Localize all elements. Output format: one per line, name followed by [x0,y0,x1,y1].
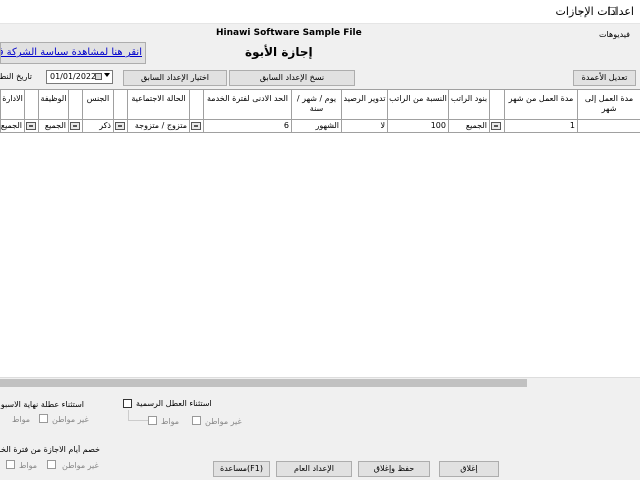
cell-gender[interactable]: ذكر [82,120,113,133]
cell-from-month[interactable]: 1 [504,120,577,133]
weekend-noncitizen-label: غير مواطن [52,415,89,424]
col-header-gender[interactable]: الجنس [82,90,113,120]
settings-grid: مدة العمل إلى شهر مدة العمل من شهر بنود … [0,89,640,377]
holidays-noncitizen-label: غير مواطن [205,417,242,426]
chevron-down-icon[interactable] [104,73,110,77]
col-header-from-month[interactable]: مدة العمل من شهر [504,90,577,120]
deduct-noncitizen-label: غير مواطن [62,461,99,470]
holidays-citizen-checkbox[interactable] [148,416,157,425]
tree-line [128,410,129,420]
dept-picker-icon[interactable] [24,120,38,133]
holidays-noncitizen-checkbox[interactable] [192,416,201,425]
cell-dept[interactable]: الجميع [0,120,24,133]
cell-marital[interactable]: متزوج / متزوجة [127,120,189,133]
cell-rollover[interactable]: لا [341,120,387,133]
general-settings-button[interactable]: الإعداد العام [276,461,352,477]
col-header-unit[interactable]: يوم / شهر / سنة [291,90,341,120]
window-title: اعدادات الإجازات [555,5,634,18]
cell-min-service[interactable]: 6 [203,120,291,133]
col-header-rollover[interactable]: تدوير الرصيد [341,90,387,120]
help-button[interactable]: (F1)مساعدة [213,461,270,477]
date-picker[interactable]: 01/01/2022 [46,70,113,84]
col-header-icon-salary [489,90,504,120]
weekend-citizen-checkbox[interactable] [39,414,48,423]
save-close-button[interactable]: حفظ وإغلاق [358,461,430,477]
col-header-icon-marital [189,90,203,120]
date-label: تاريخ النط [0,72,32,81]
deduct-checkbox-partial[interactable] [6,460,15,469]
deduct-citizen-checkbox[interactable] [47,460,56,469]
deduct-service-label: خصم أيام الاجازة من فترة الخدم [0,445,100,454]
col-header-dept[interactable]: الادارة [0,90,24,120]
horizontal-scrollbar[interactable] [0,377,640,387]
choose-previous-button[interactable]: اختيار الإعداد السابق [123,70,227,86]
exclude-weekend-label: استثناء عطلة نهاية الاسبو [0,400,84,409]
calendar-icon[interactable] [95,73,102,80]
close-button[interactable]: إغلاق [439,461,499,477]
videos-label[interactable]: فيديوهات [599,30,630,39]
copy-previous-button[interactable]: نسخ الإعداد السابق [229,70,355,86]
scrollbar-thumb[interactable] [0,379,527,387]
company-policy-link[interactable]: انقر هنا لمشاهدة سياسة الشركة في [0,42,146,64]
edit-columns-button[interactable]: تعديل الأعمدة [573,70,636,86]
col-header-to-month[interactable]: مدة العمل إلى شهر [577,90,640,120]
job-picker-icon[interactable] [68,120,82,133]
gender-picker-icon[interactable] [113,120,127,133]
title-bar: – ☐ اعدادات الإجازات [0,0,640,24]
cell-percent[interactable]: 100 [387,120,448,133]
salary-items-picker-icon[interactable] [489,120,504,133]
weekend-citizen-label: مواط [12,415,31,424]
deduct-citizen-label: مواط [19,461,38,470]
marital-picker-icon[interactable] [189,120,203,133]
col-header-job[interactable]: الوظيفة [38,90,68,120]
cell-to-month[interactable] [577,120,640,133]
cell-salary-items[interactable]: الجميع [448,120,489,133]
col-header-icon-job [68,90,82,120]
main-content: Hinawi Software Sample File إجازة الأبوة… [0,24,640,480]
exclude-holidays-label: استثناء العطل الرسمية [136,399,212,408]
col-header-salary-items[interactable]: بنود الراتب [448,90,489,120]
holidays-citizen-label: مواط [161,417,180,426]
col-header-icon-dept [24,90,38,120]
col-header-min-service[interactable]: الحد الادنى لفترة الخدمة [203,90,291,120]
cell-unit[interactable]: الشهور [291,120,341,133]
col-header-marital[interactable]: الحالة الاجتماعية [127,90,189,120]
col-header-percent[interactable]: النسبة من الراتب [387,90,448,120]
company-name: Hinawi Software Sample File [216,28,362,38]
page-title: إجازة الأبوة [245,45,313,59]
cell-job[interactable]: الجميع [38,120,68,133]
col-header-icon-gender [113,90,127,120]
date-value: 01/01/2022 [50,72,97,81]
tree-line-h [128,420,148,421]
exclude-holidays-checkbox[interactable] [123,399,132,408]
